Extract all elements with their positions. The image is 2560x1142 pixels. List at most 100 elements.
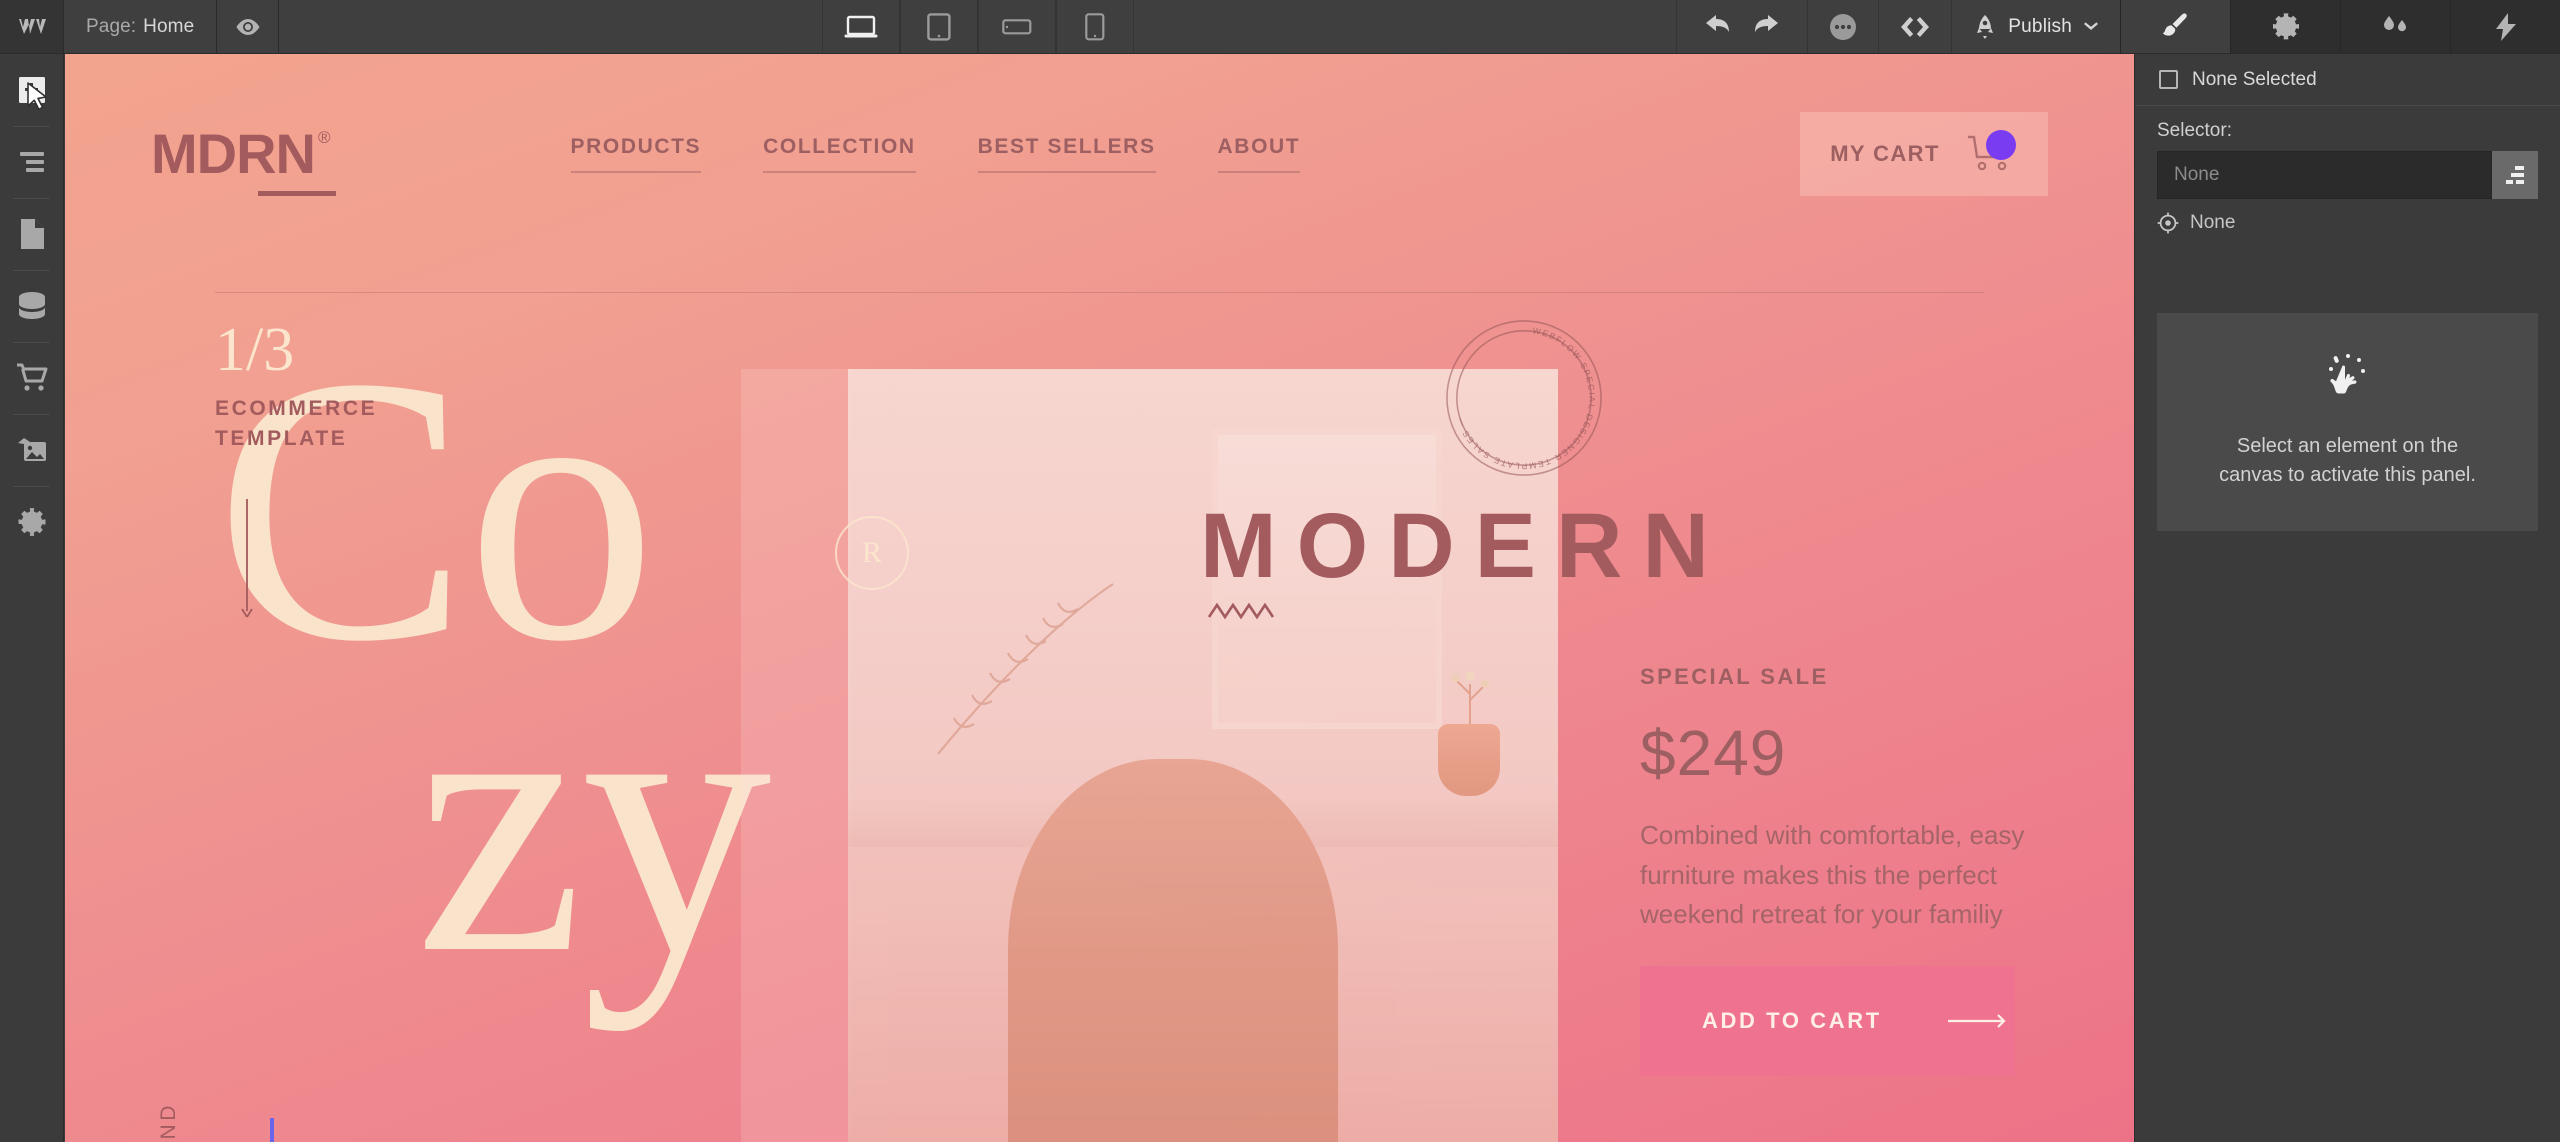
breakpoint-tablet[interactable] <box>899 0 978 53</box>
site-navbar[interactable]: MDRN ® PRODUCTS COLLECTION BEST SELLERS … <box>151 94 2048 214</box>
toolbar-spacer-left <box>279 0 822 53</box>
sidebar-item-add-elements[interactable] <box>0 54 63 126</box>
history-controls <box>1676 0 1807 53</box>
tab-style-manager-panel[interactable] <box>2340 0 2450 53</box>
publish-label: Publish <box>2008 15 2072 37</box>
selector-state-row[interactable]: None <box>2135 199 2560 247</box>
hero-kicker: ECOMMERCE TEMPLATE <box>215 397 378 451</box>
brand-registered-mark: ® <box>317 128 331 147</box>
top-toolbar: Page: Home Publish <box>0 0 2560 54</box>
assets-images-icon <box>17 438 46 461</box>
nav-link-collection[interactable]: COLLECTION <box>763 135 916 173</box>
selector-section: Selector: None <box>2135 106 2560 199</box>
nav-link-best-sellers[interactable]: BEST SELLERS <box>977 135 1156 173</box>
product-price: $249 <box>1640 717 1787 789</box>
preview-toggle[interactable] <box>217 0 280 53</box>
rocket-icon <box>1977 14 1994 39</box>
text-edit-caret <box>270 1118 274 1142</box>
product-detail: SPECIAL SALE $249 Combined with comforta… <box>1640 664 2040 935</box>
sidebar-item-assets[interactable] <box>0 414 63 486</box>
code-brackets-icon <box>1901 16 1930 37</box>
sidebar-item-navigator[interactable] <box>0 126 63 198</box>
brand-logo[interactable]: MDRN ® <box>151 122 336 196</box>
product-eyebrow: SPECIAL SALE <box>1640 664 1829 689</box>
photo-chair <box>1008 759 1338 1142</box>
product-description: Combined with comfortable, easy furnitur… <box>1640 820 2025 930</box>
webflow-logo-icon[interactable] <box>0 0 64 53</box>
style-panel: None Selected Selector: None None Select… <box>2134 54 2560 1142</box>
my-cart-button[interactable]: MY CART <box>1800 112 2048 196</box>
publish-button[interactable]: Publish <box>1951 0 2120 53</box>
selector-label: Selector: <box>2157 120 2232 141</box>
page-indicator[interactable]: Page: Home <box>64 0 218 53</box>
nav-link-about[interactable]: ABOUT <box>1217 135 1301 173</box>
paintbrush-icon <box>2162 12 2187 36</box>
mobile-landscape-icon <box>1001 18 1032 34</box>
selection-header: None Selected <box>2135 54 2560 106</box>
breakpoint-switcher <box>821 0 1134 53</box>
my-cart-label: MY CART <box>1830 141 1940 166</box>
shopping-cart-icon <box>16 363 47 391</box>
brand-name: MDRN <box>151 122 316 185</box>
database-icon <box>18 292 45 319</box>
nav-link-products[interactable]: PRODUCTS <box>570 135 702 173</box>
code-view-button[interactable] <box>1878 0 1951 53</box>
lightning-bolt-icon <box>2495 12 2516 41</box>
tab-settings-panel[interactable] <box>2230 0 2340 53</box>
droplets-icon <box>2383 15 2406 31</box>
mobile-portrait-icon <box>1084 12 1105 40</box>
breakpoint-mobile-landscape[interactable] <box>977 0 1056 53</box>
redo-button[interactable] <box>1751 12 1781 41</box>
undo-icon <box>1706 15 1730 32</box>
hero-overlay-sheet <box>741 369 851 1142</box>
gear-icon <box>18 508 45 536</box>
add-element-icon <box>18 77 45 103</box>
photo-vase <box>1438 724 1500 796</box>
chevron-down-icon <box>2084 21 2098 30</box>
breakpoint-mobile-portrait[interactable] <box>1055 0 1134 53</box>
tab-style-panel[interactable] <box>2120 0 2230 53</box>
ellipsis-circle-icon <box>1830 13 1857 40</box>
undo-button[interactable] <box>1703 12 1733 41</box>
r-badge: R <box>835 516 909 590</box>
nav-links: PRODUCTS COLLECTION BEST SELLERS ABOUT <box>570 135 1301 173</box>
selector-list-button[interactable] <box>2492 151 2538 199</box>
pages-icon <box>20 219 44 249</box>
photo-plant <box>937 583 1114 755</box>
add-to-cart-button[interactable]: ADD TO CART <box>1640 966 2015 1076</box>
selector-list-icon <box>2506 166 2524 184</box>
panel-empty-message: Select an element on the canvas to activ… <box>2219 435 2476 486</box>
vertical-end-label: END <box>157 1102 180 1142</box>
selection-title: None Selected <box>2192 68 2317 90</box>
slide-counter: 1/3 <box>215 316 295 384</box>
sidebar-item-pages[interactable] <box>0 198 63 270</box>
navbar-divider <box>215 292 1984 293</box>
selector-state-value: None <box>2190 212 2236 233</box>
more-options-button[interactable] <box>1807 0 1878 53</box>
target-state-icon <box>2157 212 2179 234</box>
gear-icon <box>2272 12 2299 39</box>
brand-underline <box>258 191 336 196</box>
zigzag-icon <box>1207 602 1275 620</box>
sidebar-item-ecommerce[interactable] <box>0 342 63 414</box>
hero-title[interactable]: MODERN <box>1200 494 1729 599</box>
navigator-icon <box>19 152 44 172</box>
toolbar-actions: Publish <box>1676 0 2120 53</box>
sidebar-item-project-settings[interactable] <box>0 486 63 558</box>
desktop-icon <box>844 15 878 37</box>
designer-template-stamp: WEBFLOW SPECIAL DESIGNER TEMPLATE SALES … <box>1446 320 1602 476</box>
stamp-text: WEBFLOW SPECIAL DESIGNER TEMPLATE SALES … <box>1454 325 1598 471</box>
click-pointer-icon <box>2328 354 2365 394</box>
panel-tabs <box>2120 0 2560 53</box>
hero-product-photo[interactable] <box>848 369 1558 1142</box>
selector-input[interactable]: None <box>2157 151 2492 199</box>
toolbar-spacer-right <box>1134 0 1677 53</box>
tab-interactions-panel[interactable] <box>2450 0 2560 53</box>
design-canvas[interactable]: Co zy MDRN ® PRODUCTS COLLECTION BEST SE… <box>65 54 2134 1142</box>
r-badge-letter: R <box>861 536 882 569</box>
redo-icon <box>1755 15 1779 32</box>
breakpoint-desktop[interactable] <box>821 0 900 53</box>
sidebar-item-cms[interactable] <box>0 270 63 342</box>
tablet-icon <box>926 12 951 41</box>
cart-count-badge <box>1986 130 2016 160</box>
